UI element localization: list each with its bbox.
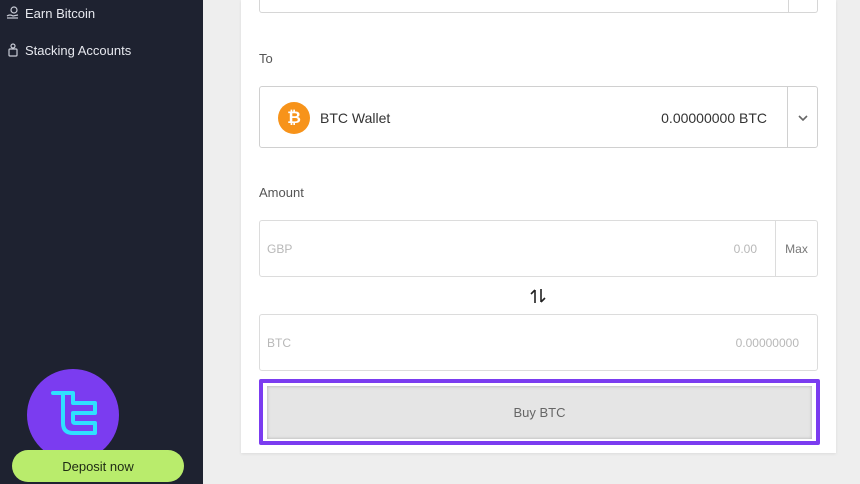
to-label: To: [259, 51, 273, 66]
buy-button-highlight: Buy BTC: [259, 379, 820, 445]
btc-amount-input[interactable]: BTC 0.00000000: [259, 314, 818, 371]
gbp-currency-label: GBP: [267, 242, 293, 256]
from-select-stub[interactable]: [259, 0, 818, 13]
sidebar: Earn Bitcoin Stacking Accounts Deposit n…: [0, 0, 203, 484]
deposit-now-button[interactable]: Deposit now: [12, 450, 184, 482]
swap-arrows-icon[interactable]: [528, 287, 548, 305]
bitcoin-icon: ₿: [278, 102, 310, 134]
wallet-name: BTC Wallet: [320, 110, 391, 126]
buy-form-panel: To ₿ BTC Wallet 0.00000000 BTC Amount GB…: [241, 0, 836, 453]
divider: [788, 0, 789, 12]
hand-coin-icon: [5, 5, 21, 21]
amount-label: Amount: [259, 185, 304, 200]
piggy-bank-icon: [5, 42, 21, 58]
wallet-balance: 0.00000000 BTC: [661, 110, 767, 126]
sidebar-item-stacking-accounts[interactable]: Stacking Accounts: [5, 38, 131, 62]
wallet-dropdown-toggle[interactable]: [787, 87, 817, 147]
sidebar-item-earn-bitcoin[interactable]: Earn Bitcoin: [5, 1, 95, 25]
gbp-amount-value: 0.00: [733, 242, 757, 256]
btc-amount-value: 0.00000000: [735, 336, 799, 350]
sidebar-item-label: Stacking Accounts: [25, 42, 132, 58]
broker-logo-icon: [27, 369, 119, 461]
gbp-amount-input[interactable]: GBP 0.00 Max: [259, 220, 818, 277]
sidebar-item-label: Earn Bitcoin: [25, 5, 96, 21]
buy-btc-button[interactable]: Buy BTC: [267, 386, 812, 439]
max-button[interactable]: Max: [775, 221, 817, 276]
chevron-down-icon: [797, 108, 808, 126]
btc-currency-label: BTC: [267, 336, 291, 350]
to-wallet-select[interactable]: ₿ BTC Wallet 0.00000000 BTC: [259, 86, 818, 148]
bitcoin-symbol: ₿: [287, 108, 301, 127]
